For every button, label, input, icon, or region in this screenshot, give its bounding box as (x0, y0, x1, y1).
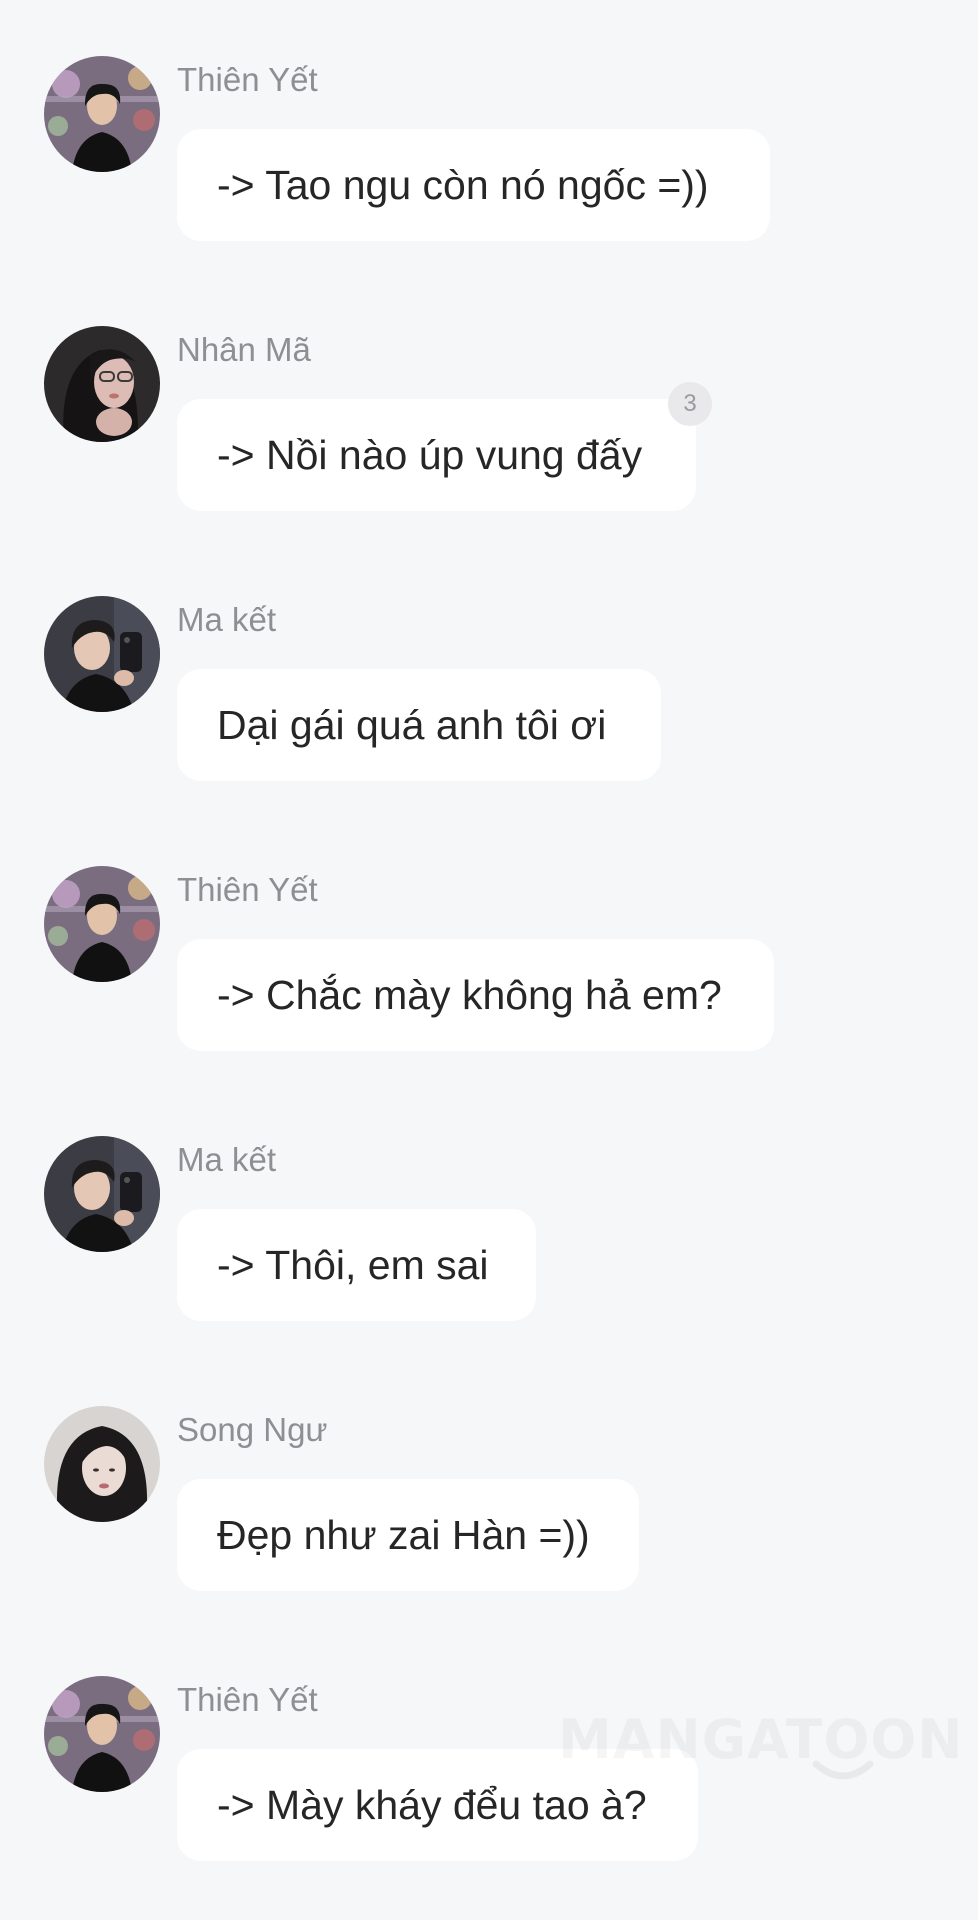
chat-message: Thiên Yết -> Tao ngu còn nó ngốc =)) (0, 56, 978, 296)
avatar-ma-ket[interactable] (44, 596, 160, 712)
sender-name: Thiên Yết (177, 871, 318, 908)
avatar-nhan-ma[interactable] (44, 326, 160, 442)
sender-name: Nhân Mã (177, 331, 311, 368)
avatar-ma-ket[interactable] (44, 1136, 160, 1252)
chat-message: Song Ngư Đẹp như zai Hàn =)) (0, 1406, 978, 1646)
avatar-thien-yet[interactable] (44, 866, 160, 982)
sender-name: Ma kết (177, 1141, 277, 1178)
avatar-thien-yet[interactable] (44, 56, 160, 172)
chat-message: Ma kết Dại gái quá anh tôi ơi (0, 596, 978, 836)
avatar-song-ngu[interactable] (44, 1406, 160, 1522)
message-text: -> Tao ngu còn nó ngốc =)) (217, 161, 709, 208)
message-text: -> Thôi, em sai (217, 1241, 489, 1288)
avatar-thien-yet[interactable] (44, 1676, 160, 1792)
message-text: -> Mày kháy đểu tao à? (217, 1781, 647, 1828)
chat-message: Ma kết -> Thôi, em sai (0, 1136, 978, 1376)
sender-name: Song Ngư (177, 1411, 328, 1448)
sender-name: Thiên Yết (177, 61, 318, 98)
chat-message: Nhân Mã -> Nồi nào úp vung đấy 3 (0, 326, 978, 566)
watermark-logo: MANGATOON (558, 1708, 963, 1771)
message-bubble[interactable]: -> Chắc mày không hả em? (177, 939, 774, 1051)
watermark-smile-icon (812, 1760, 874, 1780)
message-text: Dại gái quá anh tôi ơi (217, 701, 607, 748)
message-bubble[interactable]: -> Thôi, em sai (177, 1209, 536, 1321)
message-text: -> Chắc mày không hả em? (217, 971, 722, 1018)
chat-message: Thiên Yết -> Chắc mày không hả em? (0, 866, 978, 1106)
sender-name: Thiên Yết (177, 1681, 318, 1718)
sender-name: Ma kết (177, 601, 277, 638)
message-bubble[interactable]: -> Nồi nào úp vung đấy (177, 399, 696, 511)
message-text: -> Nồi nào úp vung đấy (217, 431, 643, 478)
chat-thread: Thiên Yết -> Tao ngu còn nó ngốc =)) Nhâ… (0, 0, 978, 1920)
message-bubble[interactable]: Đẹp như zai Hàn =)) (177, 1479, 639, 1591)
message-bubble[interactable]: -> Tao ngu còn nó ngốc =)) (177, 129, 770, 241)
message-text: Đẹp như zai Hàn =)) (217, 1511, 590, 1558)
reply-count-badge[interactable]: 3 (668, 382, 712, 426)
message-bubble[interactable]: Dại gái quá anh tôi ơi (177, 669, 661, 781)
reply-count: 3 (683, 390, 697, 417)
